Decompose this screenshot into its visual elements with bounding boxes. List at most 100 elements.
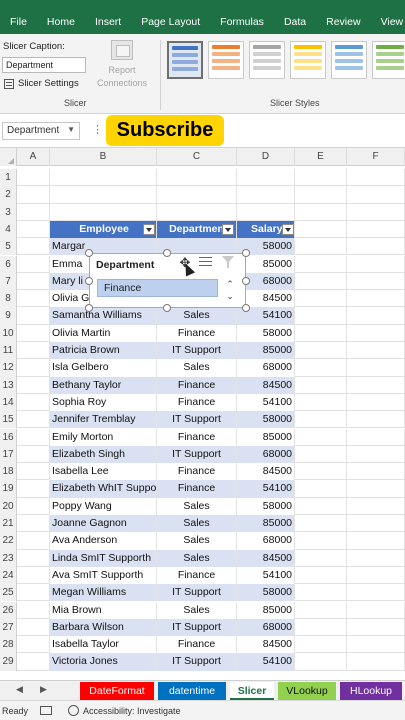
cell[interactable] xyxy=(17,393,50,412)
employee-cell[interactable]: Emily Morton xyxy=(50,428,157,446)
salary-cell[interactable]: 68000 xyxy=(237,618,295,637)
sheet-tab-datentime[interactable]: datentime xyxy=(158,682,226,700)
cell[interactable] xyxy=(295,636,347,654)
slicer-caption-input[interactable]: Department xyxy=(2,57,86,73)
cell[interactable] xyxy=(17,445,50,464)
cell[interactable] xyxy=(17,203,50,221)
cell[interactable] xyxy=(17,636,50,654)
cell[interactable] xyxy=(17,307,50,325)
department-cell[interactable]: Sales xyxy=(157,549,237,567)
sheet-next-icon[interactable]: ▶ xyxy=(40,684,47,695)
cell[interactable] xyxy=(295,376,347,394)
department-cell[interactable]: Finance xyxy=(157,393,237,412)
salary-cell[interactable]: 85000 xyxy=(237,342,295,360)
cell[interactable] xyxy=(17,342,50,360)
row-number[interactable]: 9 xyxy=(0,307,17,325)
cell[interactable] xyxy=(17,411,50,429)
row-number[interactable]: 15 xyxy=(0,411,17,429)
row-number[interactable]: 28 xyxy=(0,636,17,654)
cell[interactable] xyxy=(237,186,295,204)
cell[interactable] xyxy=(295,566,347,585)
cell[interactable] xyxy=(347,653,405,671)
column-header-c[interactable]: C xyxy=(157,148,237,166)
tab-home[interactable]: Home xyxy=(37,0,85,34)
slicer-style-swatch[interactable] xyxy=(249,41,285,79)
employee-cell[interactable]: Elizabeth Singh xyxy=(50,445,157,464)
employee-cell[interactable]: Isla Gelbero xyxy=(50,359,157,377)
department-cell[interactable]: Finance xyxy=(157,636,237,654)
row-number[interactable]: 5 xyxy=(0,238,17,256)
row-number[interactable]: 29 xyxy=(0,653,17,671)
department-cell[interactable]: Sales xyxy=(157,515,237,533)
resize-handle[interactable] xyxy=(163,304,171,312)
employee-cell[interactable]: Elizabeth WhIT Suppo xyxy=(50,480,157,498)
table-header-employee[interactable]: Employee xyxy=(50,220,157,239)
row-number[interactable]: 25 xyxy=(0,584,17,602)
cell[interactable] xyxy=(347,601,405,619)
cell[interactable] xyxy=(347,497,405,515)
department-cell[interactable]: IT Support xyxy=(157,584,237,602)
cell[interactable] xyxy=(17,532,50,550)
cell[interactable] xyxy=(347,480,405,498)
tab-data[interactable]: Data xyxy=(274,0,316,34)
cell[interactable] xyxy=(237,203,295,221)
sheet-tab-dateformat[interactable]: DateFormat xyxy=(80,682,154,700)
department-cell[interactable]: Sales xyxy=(157,532,237,550)
row-number[interactable]: 18 xyxy=(0,463,17,481)
row-number[interactable]: 20 xyxy=(0,497,17,515)
department-cell[interactable]: Finance xyxy=(157,428,237,446)
row-number[interactable]: 11 xyxy=(0,342,17,360)
resize-handle[interactable] xyxy=(163,249,171,257)
cell[interactable] xyxy=(295,393,347,412)
column-header-e[interactable]: E xyxy=(295,148,347,166)
cell[interactable] xyxy=(347,186,405,204)
department-cell[interactable]: IT Support xyxy=(157,342,237,360)
cell[interactable] xyxy=(17,238,50,256)
cell[interactable] xyxy=(347,549,405,567)
sheet-tab-vlookup[interactable]: VLookup xyxy=(278,682,336,700)
cell[interactable] xyxy=(347,255,405,273)
cell[interactable] xyxy=(347,376,405,394)
cell[interactable] xyxy=(347,324,405,342)
salary-cell[interactable]: 58000 xyxy=(237,411,295,429)
cell[interactable] xyxy=(295,549,347,567)
row-number[interactable]: 21 xyxy=(0,515,17,533)
cell[interactable] xyxy=(50,203,157,221)
department-cell[interactable]: Sales xyxy=(157,601,237,619)
employee-cell[interactable]: Poppy Wang xyxy=(50,497,157,515)
salary-cell[interactable]: 54100 xyxy=(237,393,295,412)
cell[interactable] xyxy=(295,445,347,464)
cell[interactable] xyxy=(295,653,347,671)
tab-page-layout[interactable]: Page Layout xyxy=(131,0,210,34)
employee-cell[interactable]: Megan Williams xyxy=(50,584,157,602)
employee-cell[interactable]: Ava Anderson xyxy=(50,532,157,550)
salary-cell[interactable]: 84500 xyxy=(237,376,295,394)
employee-cell[interactable]: Ava SmIT Supporth xyxy=(50,566,157,585)
cell[interactable] xyxy=(295,515,347,533)
resize-handle[interactable] xyxy=(242,277,250,285)
cell[interactable] xyxy=(295,307,347,325)
slicer-item-finance[interactable]: Finance xyxy=(97,279,218,297)
cell[interactable] xyxy=(295,255,347,273)
cell[interactable] xyxy=(295,203,347,221)
tab-insert[interactable]: Insert xyxy=(85,0,131,34)
employee-cell[interactable]: Isabella Lee xyxy=(50,463,157,481)
multi-select-icon[interactable] xyxy=(199,256,213,268)
employee-cell[interactable]: Barbara Wilson xyxy=(50,618,157,637)
cell[interactable] xyxy=(347,238,405,256)
cell[interactable] xyxy=(17,272,50,291)
cell[interactable] xyxy=(347,463,405,481)
slicer-style-swatch[interactable] xyxy=(167,41,203,79)
employee-cell[interactable]: Victoria Jones xyxy=(50,653,157,671)
name-box[interactable]: Department ▼ xyxy=(2,122,80,140)
employee-cell[interactable]: Sophia Roy xyxy=(50,393,157,412)
accessibility-status[interactable]: Accessibility: Investigate xyxy=(83,706,181,716)
salary-cell[interactable]: 84500 xyxy=(237,463,295,481)
department-cell[interactable]: Finance xyxy=(157,566,237,585)
cell[interactable] xyxy=(347,290,405,308)
cell[interactable] xyxy=(295,324,347,342)
report-connections-button[interactable]: Report Connections xyxy=(92,40,152,90)
cell[interactable] xyxy=(295,618,347,637)
cell[interactable] xyxy=(157,203,237,221)
row-number[interactable]: 17 xyxy=(0,445,17,464)
